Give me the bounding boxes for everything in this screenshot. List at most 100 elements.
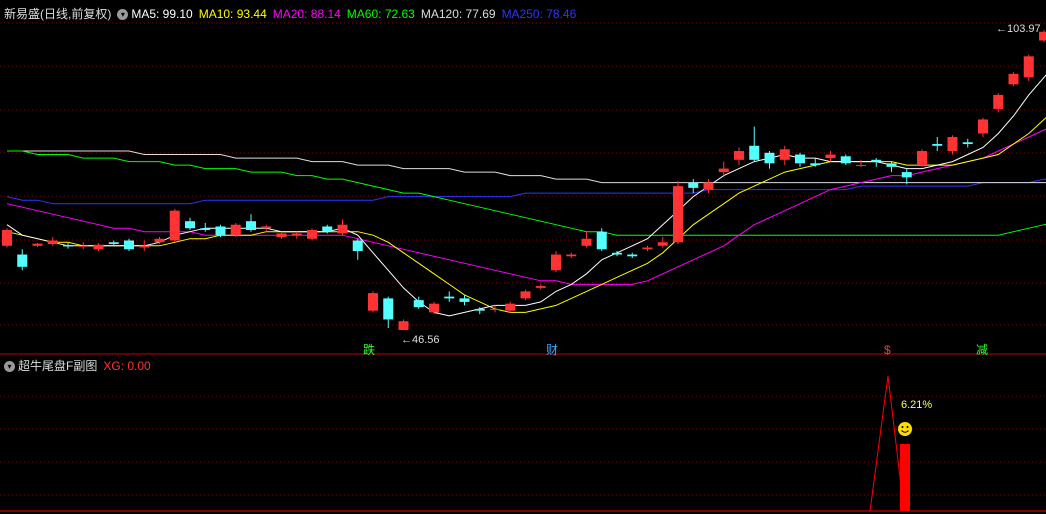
stock-title: 新易盛(日线,前复权) (4, 7, 112, 21)
candle (840, 154, 851, 166)
ma5-line (6, 74, 1046, 317)
candle (63, 242, 73, 249)
candle-body (429, 303, 439, 313)
candlesticks (2, 30, 1046, 330)
candle-body (551, 254, 561, 271)
smiley-icon (898, 422, 912, 436)
candle (764, 151, 775, 169)
candle-body (810, 163, 821, 166)
candle (581, 231, 592, 248)
candle (551, 251, 561, 273)
ma250-label: MA250: 78.46 (501, 7, 577, 21)
candle-body (734, 151, 744, 160)
candle-body (474, 308, 485, 311)
candle-body (612, 252, 622, 255)
candle (337, 219, 348, 236)
candle (169, 208, 180, 243)
candle (566, 252, 577, 259)
ma5-label: MA5: 99.10 (131, 7, 193, 21)
signal-dollar[interactable]: $ (884, 343, 891, 357)
candle-body (185, 221, 195, 229)
candle-body (657, 242, 668, 246)
candle (734, 147, 744, 166)
xg-line (869, 375, 905, 512)
candle (749, 126, 760, 162)
candle-body (932, 144, 943, 146)
sub-title: 超牛尾盘F副图 (18, 359, 98, 373)
candle (32, 242, 43, 248)
main-header: 新易盛(日线,前复权) ▾ MA5: 99.10 MA10: 93.44 MA2… (4, 6, 582, 22)
candle-body (307, 229, 317, 239)
candle-body (383, 298, 394, 320)
candle (703, 179, 714, 194)
candle-body (32, 243, 43, 246)
chevron-down-icon[interactable]: ▾ (4, 360, 15, 372)
ma60-label: MA60: 72.63 (346, 7, 415, 21)
candle-body (246, 221, 256, 230)
candle-body (78, 245, 89, 247)
candle-body (398, 321, 409, 330)
candle-body (276, 233, 287, 237)
candle (627, 252, 638, 259)
candle (962, 138, 973, 148)
candle (825, 151, 836, 162)
candle (917, 149, 927, 167)
candle-body (169, 210, 180, 241)
candle (383, 296, 394, 328)
candle-body (871, 159, 882, 162)
candle (856, 159, 866, 167)
candle (185, 217, 195, 230)
candle-body (856, 165, 866, 167)
candle (886, 161, 897, 173)
candle (993, 93, 1004, 113)
candle (947, 135, 958, 155)
candle (795, 152, 805, 167)
signal-jian[interactable]: 减 (976, 343, 988, 357)
candle (17, 249, 28, 271)
candle-body (291, 233, 302, 236)
candle (139, 240, 150, 252)
candle-body (535, 286, 546, 288)
ma20-line (6, 128, 1046, 285)
candle-body (688, 182, 699, 188)
candle-body (917, 151, 927, 166)
moving-average-lines (6, 74, 1046, 317)
candle-body (703, 182, 714, 190)
candle-body (230, 224, 241, 236)
candle (215, 224, 226, 237)
candle (932, 137, 943, 152)
candle (352, 238, 363, 260)
candle-body (566, 254, 577, 257)
candle (230, 222, 241, 237)
sub-header: ▾ 超牛尾盘F副图 XG: 0.00 (4, 358, 157, 374)
candle (429, 301, 439, 315)
candle (124, 238, 134, 252)
candle-body (1023, 56, 1034, 78)
candle-body (261, 226, 272, 229)
peak-percent-label: 6.21% (901, 399, 933, 411)
candle-body (413, 300, 424, 308)
kline-chart[interactable] (0, 0, 1046, 514)
candle (520, 289, 531, 301)
signal-cai[interactable]: 财 (546, 343, 558, 357)
candle-body (2, 229, 12, 246)
candle (444, 291, 455, 302)
candle-body (581, 238, 592, 246)
candle (612, 251, 622, 257)
candle (688, 179, 699, 194)
candle-body (749, 145, 760, 160)
chevron-down-icon[interactable]: ▾ (117, 8, 129, 20)
candle (368, 291, 378, 313)
signal-die[interactable]: 跌 (363, 343, 375, 357)
candle (78, 242, 89, 250)
candle-body (642, 247, 653, 250)
candle-body (520, 291, 531, 299)
candle-body (368, 293, 378, 311)
candle-body (779, 149, 790, 160)
candle-body (505, 303, 516, 311)
candle-body (673, 186, 683, 243)
candle (505, 301, 516, 313)
candle (398, 319, 409, 330)
candle-body (947, 137, 958, 152)
candle (108, 240, 119, 246)
